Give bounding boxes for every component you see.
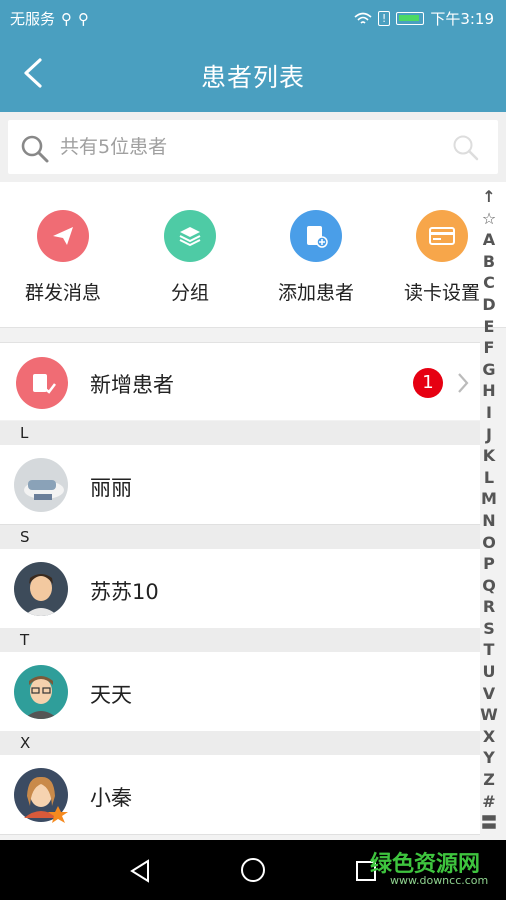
index-letter[interactable]: H — [478, 380, 500, 402]
index-letter[interactable]: W — [478, 704, 500, 726]
avatar — [14, 562, 68, 616]
index-letter[interactable]: K — [478, 445, 500, 467]
section-header-t: T — [0, 628, 480, 652]
avatar — [14, 458, 68, 512]
paper-plane-icon — [37, 210, 89, 262]
wifi-icon — [354, 12, 372, 24]
page-title: 患者列表 — [200, 63, 305, 92]
section-header-x: X — [0, 731, 480, 755]
index-letter[interactable]: Y — [478, 747, 500, 769]
add-patient-button[interactable]: 添加患者 — [256, 210, 376, 305]
usb-icon: ⚲ — [61, 9, 73, 28]
search-icon-secondary[interactable] — [452, 134, 480, 162]
index-letter[interactable]: A — [478, 229, 500, 251]
patient-row[interactable]: 丽丽 — [0, 445, 480, 525]
index-letter[interactable]: J — [478, 424, 500, 446]
patient-name: 小秦 — [90, 786, 132, 810]
index-letter[interactable]: ↑ — [478, 186, 500, 208]
index-letter[interactable]: S — [478, 618, 500, 640]
nav-home-icon[interactable] — [240, 857, 266, 883]
index-letter[interactable]: X — [478, 726, 500, 748]
patient-name: 天天 — [90, 683, 132, 707]
patient-row[interactable]: 小秦 — [0, 755, 480, 835]
index-letter[interactable]: E — [478, 316, 500, 338]
carrier-text: 无服务 — [10, 10, 56, 28]
quick-actions: 群发消息 分组 添加患者 读卡设置 — [0, 182, 506, 328]
notification-badge: 1 — [413, 368, 443, 398]
new-patients-label: 新增患者 — [90, 373, 174, 397]
new-patients-row[interactable]: 新增患者 1 — [0, 342, 480, 420]
battery-icon — [396, 12, 425, 25]
index-letter[interactable]: M — [478, 488, 500, 510]
index-letter[interactable]: 〓 — [478, 812, 500, 834]
patient-row[interactable]: 天天 — [0, 652, 480, 732]
search-box[interactable] — [8, 120, 498, 174]
index-letter[interactable]: T — [478, 639, 500, 661]
index-letter[interactable]: B — [478, 251, 500, 273]
section-header-s: S — [0, 525, 480, 549]
index-letter[interactable]: V — [478, 683, 500, 705]
search-input[interactable] — [60, 132, 430, 162]
app-bar: 患者列表 — [0, 34, 506, 112]
search-area — [0, 112, 506, 182]
index-letter[interactable]: P — [478, 553, 500, 575]
index-letter[interactable]: O — [478, 532, 500, 554]
index-letter[interactable]: N — [478, 510, 500, 532]
index-letter[interactable]: Z — [478, 769, 500, 791]
chevron-right-icon — [458, 373, 469, 393]
usb-icon-2: ⚲ — [78, 9, 90, 28]
index-letter[interactable]: Q — [478, 575, 500, 597]
index-letter[interactable]: G — [478, 359, 500, 381]
watermark-url: www.downcc.com — [390, 874, 489, 887]
new-patient-icon — [16, 357, 68, 409]
nav-back-icon[interactable] — [128, 858, 152, 884]
layers-icon — [164, 210, 216, 262]
quick-action-label: 添加患者 — [277, 282, 354, 304]
patient-row[interactable]: 苏苏10 — [0, 549, 480, 629]
patient-name: 丽丽 — [90, 476, 132, 500]
patient-name: 苏苏10 — [90, 580, 159, 604]
index-letter[interactable]: F — [478, 337, 500, 359]
avatar — [14, 768, 68, 823]
status-bar: 无服务 ⚲ ⚲ ! 下午3:19 — [0, 0, 506, 34]
index-letter[interactable]: I — [478, 402, 500, 424]
index-letter[interactable]: ☆ — [478, 208, 500, 230]
avatar — [14, 665, 68, 719]
quick-action-label: 群发消息 — [24, 282, 101, 304]
broadcast-message-button[interactable]: 群发消息 — [3, 210, 123, 305]
index-letter[interactable]: U — [478, 661, 500, 683]
quick-action-label: 分组 — [170, 282, 209, 304]
alphabet-index[interactable]: ↑ ☆ A B C D E F G H I J K L M N O P Q R S T U V W X Y Z # 〓 — [478, 186, 500, 834]
group-button[interactable]: 分组 — [130, 210, 250, 305]
search-icon — [21, 135, 49, 163]
index-letter[interactable]: C — [478, 272, 500, 294]
index-letter[interactable]: L — [478, 467, 500, 489]
index-letter[interactable]: D — [478, 294, 500, 316]
clock: 下午3:19 — [430, 10, 494, 28]
alert-icon: ! — [377, 11, 391, 26]
index-letter[interactable]: # — [478, 791, 500, 813]
section-header-l: L — [0, 421, 480, 445]
add-patient-icon — [290, 210, 342, 262]
index-letter[interactable]: R — [478, 596, 500, 618]
card-icon — [416, 210, 468, 262]
